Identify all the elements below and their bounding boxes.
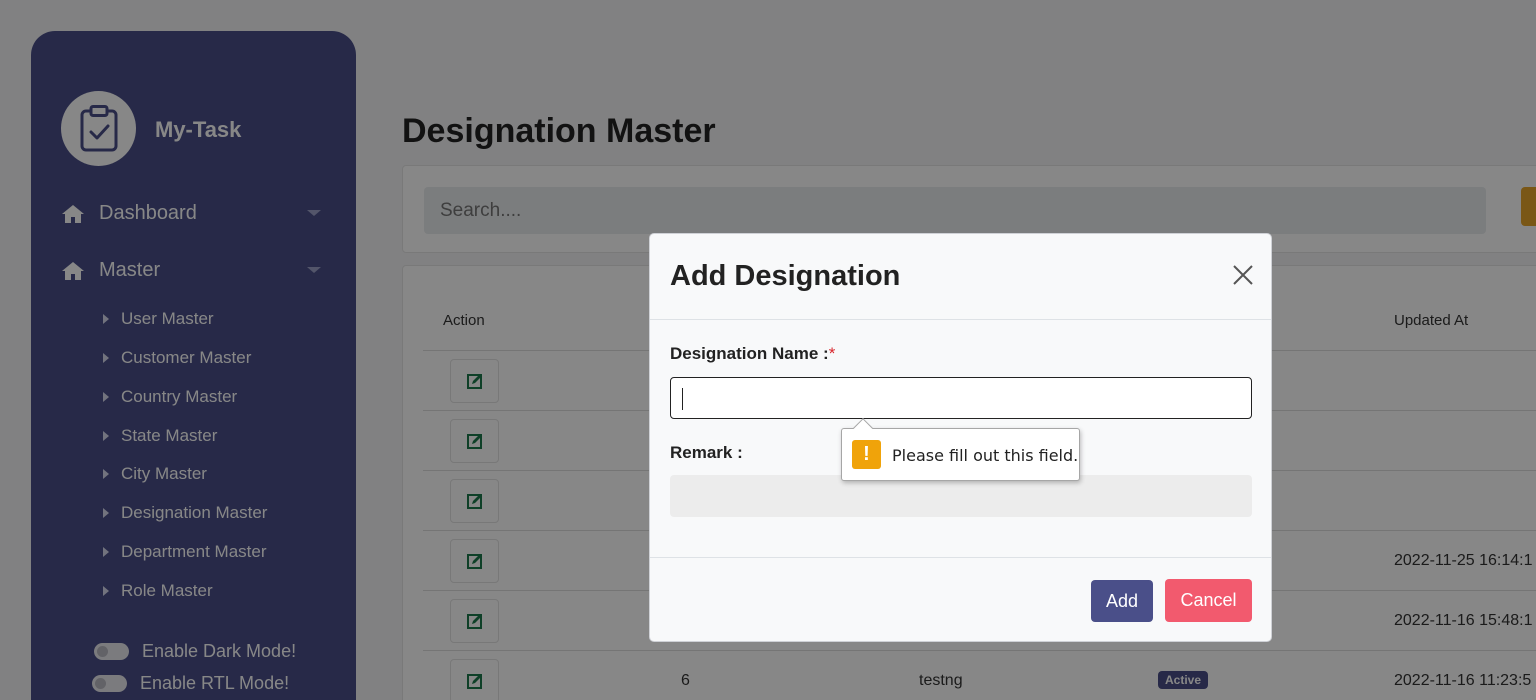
text-cursor xyxy=(682,388,683,410)
designation-name-label: Designation Name :* xyxy=(670,344,835,364)
remark-label: Remark : xyxy=(670,443,743,462)
modal-footer-divider xyxy=(650,557,1271,558)
validation-tooltip: ! Please fill out this field. xyxy=(841,418,1080,481)
cancel-button[interactable]: Cancel xyxy=(1165,579,1252,622)
required-mark: * xyxy=(828,344,836,363)
designation-name-input[interactable] xyxy=(670,377,1252,419)
modal-title: Add Designation xyxy=(670,260,901,292)
modal-header-divider xyxy=(650,319,1271,320)
remark-input[interactable] xyxy=(670,475,1252,517)
close-icon[interactable] xyxy=(1232,264,1254,286)
tooltip-message: Please fill out this field. xyxy=(892,446,1079,465)
designation-name-label-text: Designation Name : xyxy=(670,344,829,363)
warning-icon: ! xyxy=(852,440,881,469)
add-button[interactable]: Add xyxy=(1091,580,1153,622)
